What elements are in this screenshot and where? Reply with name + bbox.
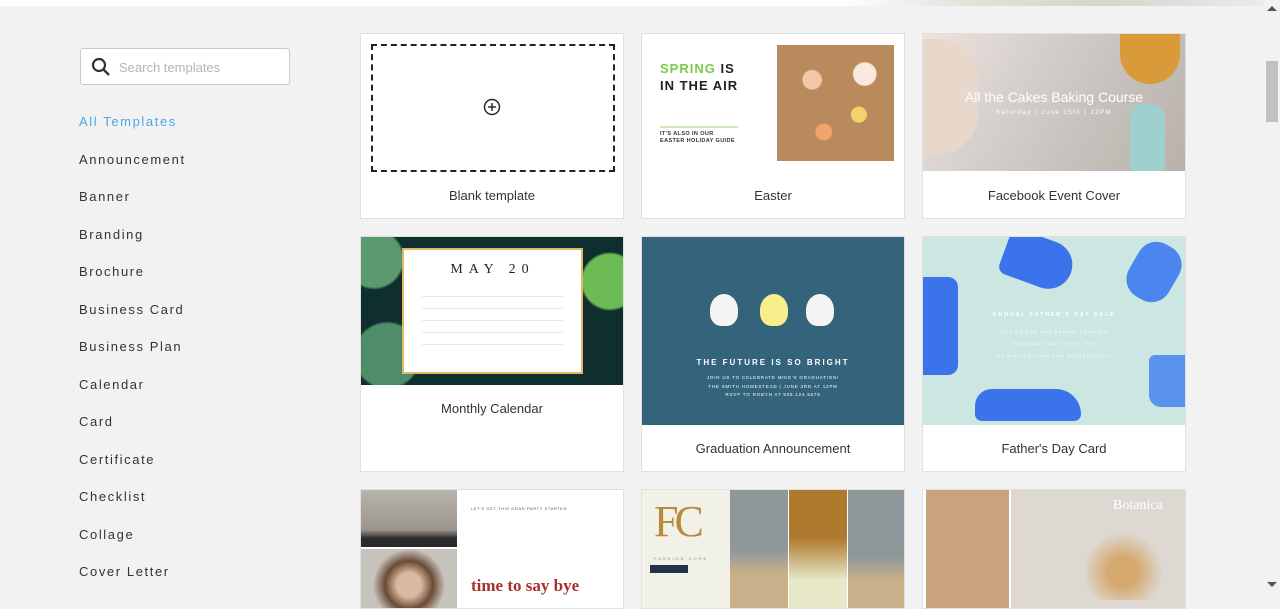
template-thumbnail: Botanica [923, 490, 1185, 608]
template-thumbnail: All the Cakes Baking Course Saturday | J… [923, 34, 1185, 171]
sneaker-illustration [975, 389, 1081, 421]
thumb-text: JOIN US TO CELEBRATE MIKE'S GRADUATION! [706, 375, 840, 380]
thumb-text: ON ALL CLOTHING AND ACCESSORIES! [996, 353, 1112, 358]
template-label: Graduation Announcement [695, 441, 851, 456]
sidebar-item-calendar[interactable]: Calendar [79, 377, 186, 415]
template-thumbnail: ANNUAL FATHER'S DAY SALE JOIN US FOR OUR… [923, 237, 1185, 425]
thumb-text: DAY SALE! SAVE UP TO 40% [1012, 341, 1096, 346]
template-card-facebook-event-cover[interactable]: All the Cakes Baking Course Saturday | J… [922, 33, 1186, 219]
thumb-text: JOIN US FOR OUR ANNUAL FATHER'S [999, 329, 1109, 334]
template-card-easter[interactable]: SPRING IS IN THE AIR IT'S ALSO IN OUR EAS… [641, 33, 905, 219]
scrollbar-thumb[interactable] [1266, 61, 1278, 122]
thumb-text: IT'S ALSO IN OUR [660, 131, 714, 137]
sidebar-item-brochure[interactable]: Brochure [79, 264, 186, 302]
search-input[interactable] [119, 57, 279, 77]
thumb-text: ANNUAL FATHER'S DAY SALE [992, 312, 1116, 318]
sidebar-item-checklist[interactable]: Checklist [79, 489, 186, 527]
thumb-logo: FC [654, 497, 704, 546]
socks-illustration [1119, 237, 1185, 310]
sidebar-item-all-templates[interactable]: All Templates [79, 114, 186, 152]
scrollbar[interactable] [1264, 0, 1280, 592]
sidebar-item-card[interactable]: Card [79, 414, 186, 452]
lightbulb-icon [760, 294, 788, 326]
template-thumbnail: LET'S GET THIS GRAD PARTY STARTED time t… [361, 490, 623, 608]
sidebar-item-cover-letter[interactable]: Cover Letter [79, 564, 186, 602]
template-label: Facebook Event Cover [987, 188, 1121, 203]
template-label: Blank template [449, 188, 535, 203]
sidebar-item-certificate[interactable]: Certificate [79, 452, 186, 490]
template-thumbnail: FC FASHION CORE [642, 490, 904, 608]
template-thumbnail: SPRING IS IN THE AIR IT'S ALSO IN OUR EAS… [642, 34, 904, 171]
template-card-fathers-day-card[interactable]: ANNUAL FATHER'S DAY SALE JOIN US FOR OUR… [922, 236, 1186, 472]
template-thumbnail: THE FUTURE IS SO BRIGHT JOIN US TO CELEB… [642, 237, 904, 425]
thumb-text: Saturday | June 15th | 12PM [995, 110, 1113, 116]
scroll-down-icon[interactable] [1267, 582, 1277, 587]
lightbulb-icon [710, 294, 738, 326]
plus-circle-icon [483, 98, 501, 116]
thumb-text: All the Cakes Baking Course [964, 89, 1144, 105]
template-thumbnail: MAY 20 [361, 237, 623, 385]
template-label: Easter [754, 188, 792, 203]
shorts-illustration [1149, 355, 1185, 407]
thumb-text: FASHION CORE [654, 556, 709, 561]
header-image [840, 0, 1280, 6]
lightbulb-icon [806, 294, 834, 326]
thumb-text: IS [720, 61, 735, 76]
template-card-monthly-calendar[interactable]: MAY 20 Monthly Calendar [360, 236, 624, 472]
sidebar-item-branding[interactable]: Branding [79, 227, 186, 265]
sidebar-item-announcement[interactable]: Announcement [79, 152, 186, 190]
template-card-graduation-announcement[interactable]: THE FUTURE IS SO BRIGHT JOIN US TO CELEB… [641, 236, 905, 472]
cookies-photo [777, 45, 894, 161]
scroll-up-icon[interactable] [1267, 6, 1277, 11]
thumb-text: THE SMITH HOMESTEAD | JUNE 3RD AT 12PM [708, 383, 838, 389]
category-list: All Templates Announcement Banner Brandi… [79, 114, 186, 602]
template-card-fashion-core[interactable]: FC FASHION CORE [641, 489, 905, 609]
template-card-grad-party[interactable]: LET'S GET THIS GRAD PARTY STARTED time t… [360, 489, 624, 609]
sidebar-item-business-card[interactable]: Business Card [79, 302, 186, 340]
thumb-text: THE FUTURE IS SO BRIGHT [696, 358, 850, 367]
thumb-text: time to say bye [471, 576, 580, 595]
template-card-blank[interactable]: Blank template [360, 33, 624, 219]
sidebar-item-business-plan[interactable]: Business Plan [79, 339, 186, 377]
slippers-illustration [996, 237, 1080, 296]
template-card-botanica[interactable]: Botanica [922, 489, 1186, 609]
search-box[interactable] [80, 48, 290, 85]
sidebar-item-banner[interactable]: Banner [79, 189, 186, 227]
thumb-text: LET'S GET THIS GRAD PARTY STARTED [471, 506, 568, 511]
template-label: Father's Day Card [1001, 441, 1107, 456]
search-icon [91, 57, 110, 76]
thumb-text: RSVP TO ROBYN AT 505.124.5678 [725, 392, 821, 397]
template-label: Monthly Calendar [441, 401, 543, 416]
thumb-text: EASTER HOLIDAY GUIDE [660, 138, 735, 144]
thumb-text: IN THE AIR [660, 78, 739, 93]
sidebar-item-collage[interactable]: Collage [79, 527, 186, 565]
thumb-text: SPRING [660, 61, 716, 76]
thumb-text: Botanica [1113, 498, 1163, 513]
thumb-text: MAY 20 [450, 262, 535, 277]
